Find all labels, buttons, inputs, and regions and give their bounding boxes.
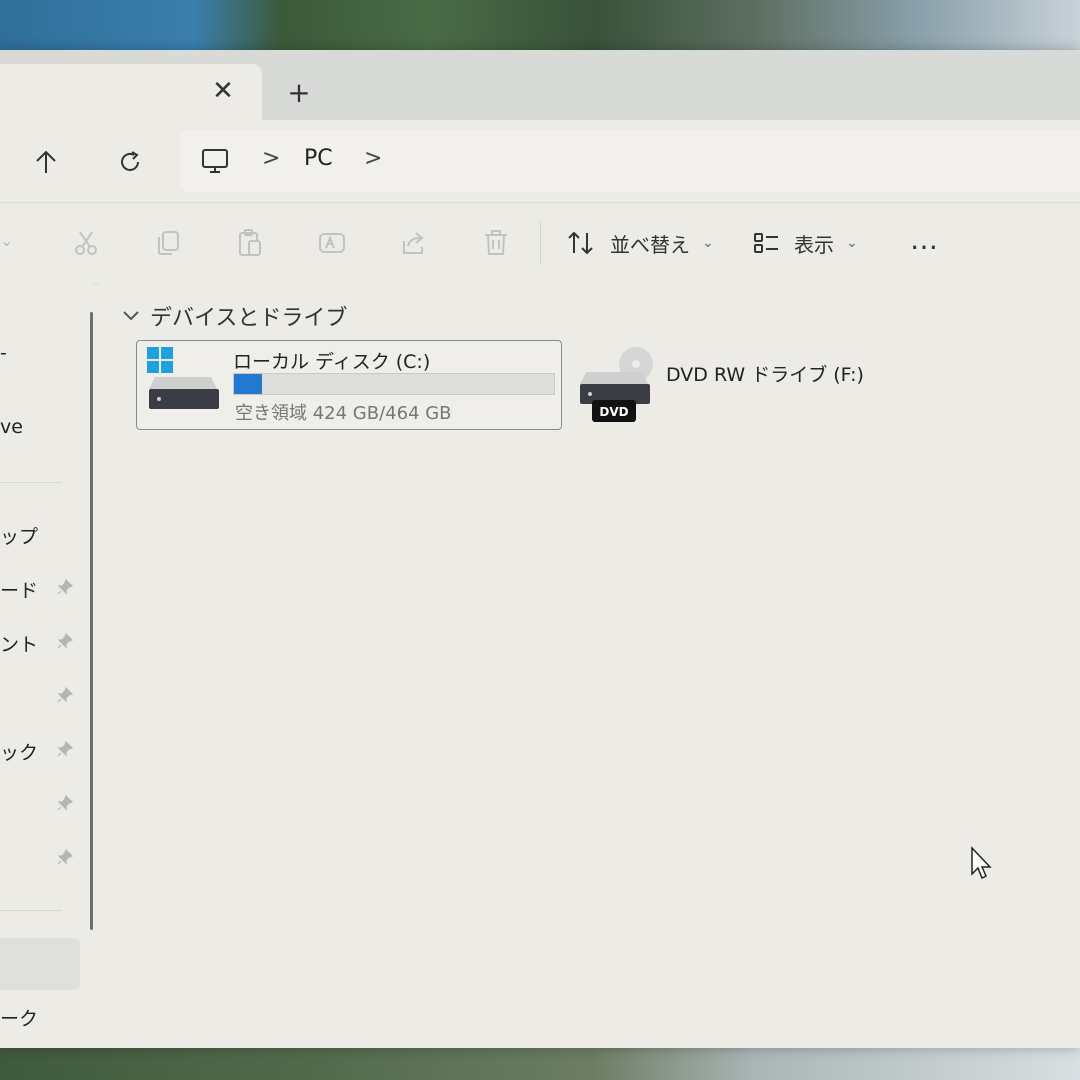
- refresh-icon: [121, 151, 139, 171]
- sidebar-item-music[interactable]: ック: [0, 738, 38, 765]
- pin-icon: [57, 578, 74, 595]
- navigation-pane: - ve ップ ード ント ック ーク: [0, 282, 92, 1048]
- breadcrumb-separator[interactable]: >: [364, 146, 382, 171]
- share-icon[interactable]: [398, 227, 430, 259]
- dvd-badge: DVD: [599, 405, 628, 419]
- new-menu-chevron-icon[interactable]: ⌄: [0, 231, 13, 250]
- copy-icon[interactable]: [152, 227, 184, 259]
- sort-label: 並べ替え: [610, 232, 690, 257]
- this-pc-icon: [202, 149, 228, 173]
- mouse-cursor-icon: [971, 846, 992, 880]
- tab-bar: ✕ +: [0, 50, 1080, 120]
- sidebar-divider: [0, 910, 62, 911]
- pin-icon: [57, 794, 74, 811]
- section-title: デバイスとドライブ: [150, 306, 348, 331]
- pin-icon: [57, 740, 74, 757]
- drive-item-dvd[interactable]: DVD DVD RW ドライブ (F:): [578, 344, 878, 430]
- sort-button[interactable]: 並べ替え ⌄: [566, 225, 714, 261]
- view-button[interactable]: 表示 ⌄: [752, 225, 858, 261]
- sidebar-scrollbar[interactable]: [90, 312, 93, 930]
- address-row: > PC >: [0, 120, 1080, 202]
- sidebar-item-network[interactable]: ーク: [0, 1004, 38, 1031]
- address-bar[interactable]: > PC >: [180, 130, 1080, 192]
- sidebar-item-desktop[interactable]: ップ: [0, 522, 38, 549]
- delete-icon[interactable]: [480, 227, 512, 259]
- more-options-button[interactable]: …: [910, 223, 940, 256]
- sidebar-divider: [0, 482, 62, 483]
- sidebar-item-documents[interactable]: ント: [0, 630, 38, 657]
- breadcrumb-pc[interactable]: PC: [304, 146, 333, 171]
- view-label: 表示: [794, 232, 834, 257]
- drive-name: DVD RW ドライブ (F:): [666, 364, 864, 386]
- pin-icon: [57, 686, 74, 703]
- rename-icon[interactable]: [316, 227, 348, 259]
- dvd-drive-icon: DVD: [580, 347, 653, 422]
- file-explorer-window: ✕ + > PC > ⌄ 並べ替え ⌄ 表示 ⌄ … - ve ップ ード ント…: [0, 50, 1080, 1048]
- devices-section-header[interactable]: デバイスとドライブ: [122, 300, 347, 332]
- toolbar-divider: [540, 221, 541, 265]
- arrow-up-icon: [36, 150, 56, 173]
- chevron-down-icon: [123, 311, 139, 321]
- cut-icon[interactable]: [70, 227, 102, 259]
- tab-close-button[interactable]: ✕: [208, 76, 238, 106]
- sidebar-item-home[interactable]: -: [0, 342, 7, 364]
- drive-free-space: 空き領域 424 GB/464 GB: [235, 403, 452, 424]
- pin-icon: [57, 632, 74, 649]
- sidebar-item-this-pc[interactable]: [0, 938, 80, 990]
- chevron-down-icon: ⌄: [846, 235, 858, 251]
- pin-icon: [57, 848, 74, 865]
- refresh-button[interactable]: [110, 142, 150, 182]
- drive-name: ローカル ディスク (C:): [233, 351, 431, 373]
- desktop-wallpaper: [0, 1048, 1080, 1080]
- sort-arrows-icon: [568, 231, 593, 255]
- tab-pc[interactable]: ✕: [0, 64, 262, 120]
- disk-usage-fill: [234, 374, 262, 394]
- new-tab-button[interactable]: +: [282, 76, 316, 110]
- drive-item-local-disk[interactable]: ローカル ディスク (C:) 空き領域 424 GB/464 GB: [136, 340, 562, 430]
- local-disk-icon: [147, 347, 219, 409]
- sidebar-item-onedrive[interactable]: ve: [0, 416, 23, 438]
- sidebar-item-downloads[interactable]: ード: [0, 576, 38, 603]
- breadcrumb-separator[interactable]: >: [262, 146, 280, 171]
- list-view-icon: [754, 233, 778, 253]
- command-bar: ⌄ 並べ替え ⌄ 表示 ⌄ …: [0, 202, 1080, 284]
- chevron-down-icon: ⌄: [702, 235, 714, 251]
- file-list-area: デバイスとドライブ ローカル ディスク (C:) 空き領域 424 GB/464…: [100, 282, 1080, 1048]
- up-button[interactable]: [26, 142, 66, 182]
- paste-icon[interactable]: [234, 227, 266, 259]
- disk-usage-bar: [233, 373, 555, 395]
